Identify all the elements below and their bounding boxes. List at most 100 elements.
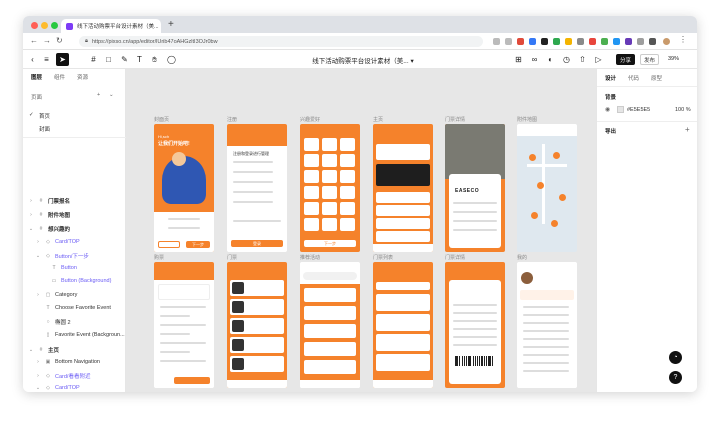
phone-screen-frame[interactable]: Hi,sch 让我们开始吧! 下一步	[154, 124, 214, 252]
text-tool-icon[interactable]: T	[133, 53, 146, 66]
layer-row[interactable]: › # 附件地图	[28, 211, 70, 219]
pen-tool-icon[interactable]: ✎	[118, 53, 131, 66]
phone-screen-frame[interactable]	[517, 124, 577, 252]
browser-tab[interactable]: 线下活动购票平台设计素材（美... ×	[61, 19, 161, 33]
link-icon[interactable]: ∞	[528, 53, 541, 66]
phone-screen-frame[interactable]: EASECO	[445, 124, 505, 252]
map-pin	[529, 154, 536, 161]
layer-row[interactable]: › ▣ Bottom Navigation	[35, 359, 100, 365]
share-button[interactable]: 分享	[616, 54, 635, 65]
extension-icon[interactable]	[565, 38, 572, 45]
barcode-bar	[472, 356, 474, 366]
design-canvas[interactable]: 封面页 注册 兴趣爱好 主页 门票详情 附件地图 购票 门票 推荐活动 门票列表 门票详情 我的 Hi,…	[126, 69, 596, 392]
profile-avatar[interactable]	[663, 38, 670, 45]
tab-prototype[interactable]: 原型	[651, 74, 662, 82]
phone-screen-frame[interactable]	[154, 262, 214, 388]
phone-screen-frame[interactable]: 注册和登录进行管理 登录	[227, 124, 287, 252]
minimize-window-button[interactable]	[41, 22, 48, 29]
extension-icon[interactable]	[589, 38, 596, 45]
comment-tool-icon[interactable]: ◯	[165, 53, 178, 66]
layer-row[interactable]: ⌄ ◇ Card/TOP	[35, 385, 80, 391]
add-page-icon[interactable]: +	[97, 92, 100, 98]
page-item[interactable]: 封面	[39, 125, 50, 133]
contrast-icon[interactable]: ◐	[544, 53, 557, 66]
layer-row[interactable]: › # 门票报名	[28, 197, 70, 205]
profile-menu-line	[523, 330, 569, 332]
back-icon[interactable]: ←	[30, 36, 38, 45]
tab-layers[interactable]: 图层	[31, 73, 42, 81]
tab-bar: 线下活动购票平台设计素材（美... × +	[23, 16, 697, 33]
rectangle-tool-icon[interactable]: □	[102, 53, 115, 66]
tab-design[interactable]: 设计	[605, 74, 616, 82]
zoom-level[interactable]: 39%	[668, 56, 679, 62]
layer-row[interactable]: ⌄ ◇ Button/下一步	[35, 252, 89, 260]
tab-code[interactable]: 代码	[628, 74, 639, 82]
extension-icon[interactable]	[541, 38, 548, 45]
upload-icon[interactable]: ⇧	[576, 53, 589, 66]
extension-icon[interactable]	[601, 38, 608, 45]
forward-icon[interactable]: →	[43, 36, 51, 45]
layer-row[interactable]: › ◇ Card/TOP	[35, 239, 80, 245]
layer-row[interactable]: › ◇ Card/看看附近	[35, 372, 90, 380]
layer-row[interactable]: T Button	[51, 265, 76, 271]
frame-tool-icon[interactable]: #	[87, 53, 100, 66]
bg-opacity-value[interactable]: 100 %	[675, 107, 691, 113]
frame-label: 封面页	[154, 117, 170, 123]
bg-hex-value[interactable]: #E5E5E5	[627, 107, 650, 113]
layer-row[interactable]: ▯ Favorite Event (Backgroun...	[45, 332, 125, 338]
layer-row[interactable]: ⌄ # 想兴趣的	[28, 225, 70, 233]
phone-screen-frame[interactable]	[300, 262, 360, 388]
recommend-search-bar	[303, 272, 357, 280]
document-title[interactable]: 线下活动购票平台设计素材（美... ▾	[283, 55, 443, 65]
layer-row[interactable]: ▭ Button (Background)	[51, 278, 112, 284]
phone-screen-frame[interactable]	[373, 262, 433, 388]
close-window-button[interactable]	[31, 22, 38, 29]
add-export-button[interactable]: +	[685, 125, 690, 134]
extension-icon[interactable]	[529, 38, 536, 45]
phone-screen-frame[interactable]	[445, 262, 505, 388]
help-question-icon[interactable]: ?	[669, 371, 682, 384]
publish-button[interactable]: 发布	[640, 54, 659, 65]
help-assistant-button[interactable]: ◔	[669, 351, 682, 364]
maximize-window-button[interactable]	[51, 22, 58, 29]
browser-menu-icon[interactable]: ⋮	[679, 35, 687, 44]
phone-screen-frame[interactable]	[517, 262, 577, 388]
move-tool-icon[interactable]: ➤	[56, 53, 69, 66]
login-field-line	[233, 191, 273, 193]
color-swatch[interactable]	[617, 106, 624, 113]
main-menu-icon[interactable]: ≡	[40, 53, 53, 66]
extension-icon[interactable]	[625, 38, 632, 45]
purchase-info-line	[160, 342, 206, 344]
extension-icon[interactable]	[553, 38, 560, 45]
history-icon[interactable]: ◷	[560, 53, 573, 66]
phone-screen-frame[interactable]: 下一步	[300, 124, 360, 252]
back-icon[interactable]: ‹	[26, 53, 39, 66]
phone-screen-frame[interactable]	[227, 262, 287, 388]
collapse-pages-icon[interactable]: ⌄	[109, 92, 114, 98]
play-icon[interactable]: ▷	[592, 53, 605, 66]
tab-components[interactable]: 组件	[54, 73, 65, 81]
puzzle-extensions-icon[interactable]	[649, 38, 656, 45]
home-bottom-nav	[373, 244, 433, 252]
new-tab-button[interactable]: +	[168, 19, 174, 30]
page-item[interactable]: 首页	[39, 112, 50, 120]
eye-icon[interactable]: ◉	[605, 106, 610, 113]
layer-row[interactable]: T Choose Favorite Event	[45, 305, 110, 311]
extension-icon[interactable]	[577, 38, 584, 45]
bookmark-star-icon[interactable]	[505, 38, 512, 45]
hand-tool-icon[interactable]: ✋︎	[148, 53, 161, 66]
layer-row[interactable]: ⌄ # 主页	[28, 346, 59, 354]
extension-icon[interactable]	[613, 38, 620, 45]
layer-row[interactable]: › ▢ Category	[35, 292, 77, 298]
ticket-detail-line	[453, 336, 497, 338]
reload-icon[interactable]: ↻	[56, 36, 63, 45]
url-field[interactable]: 🔒︎ https://pixso.cn/app/editor/lUrib47oA…	[79, 36, 483, 47]
layer-row[interactable]: ○ 椭圆 2	[45, 318, 70, 326]
chevron-right-icon: ›	[37, 359, 39, 365]
extension-icon[interactable]	[637, 38, 644, 45]
grid-icon[interactable]: ⊞	[512, 53, 525, 66]
tab-assets[interactable]: 资源	[77, 73, 88, 81]
extension-icon[interactable]	[517, 38, 524, 45]
phone-screen-frame[interactable]	[373, 124, 433, 252]
share-page-icon[interactable]	[493, 38, 500, 45]
